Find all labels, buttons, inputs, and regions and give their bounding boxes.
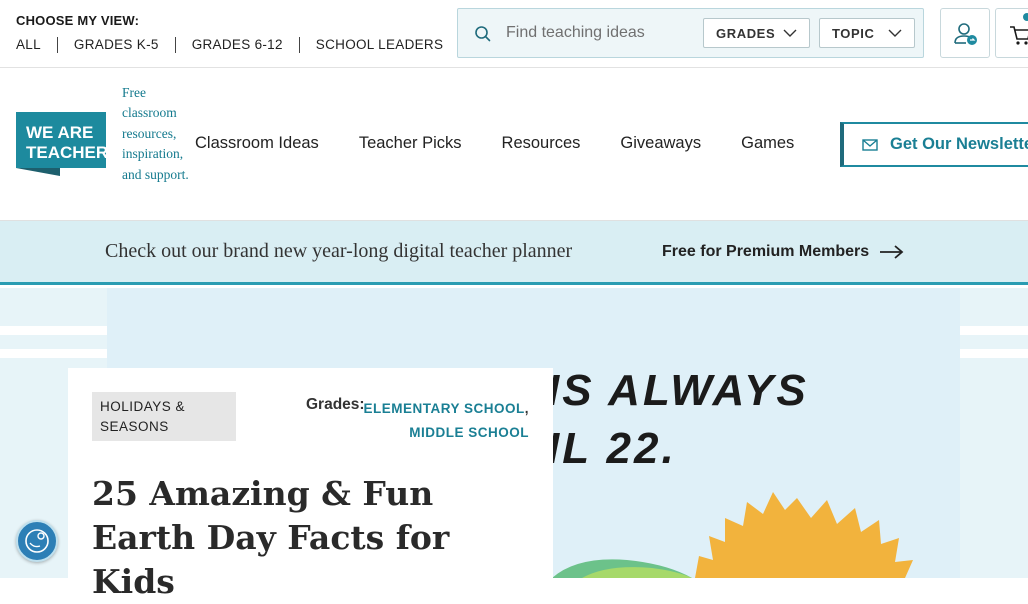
promo-link-label: Free for Premium Members: [662, 243, 870, 260]
accessibility-button[interactable]: [16, 520, 58, 562]
nav-items: Classroom Ideas Teacher Picks Resources …: [195, 134, 794, 153]
nav-item-games[interactable]: Games: [741, 134, 794, 153]
newsletter-button[interactable]: Get Our Newsletter: [840, 122, 1028, 167]
view-selector: ALL GRADES K-5 GRADES 6-12 SCHOOL LEADER…: [16, 37, 459, 53]
topic-dropdown-label: TOPIC: [832, 25, 875, 41]
account-button[interactable]: [940, 8, 990, 58]
tagline: Free classroom resources, inspiration, a…: [122, 85, 189, 182]
logo-icon: WE ARE TEACHERS: [16, 112, 120, 176]
mail-icon: [862, 138, 878, 151]
search-input[interactable]: [504, 19, 704, 47]
view-option-school-leaders[interactable]: SCHOOL LEADERS: [298, 37, 460, 53]
search-bar: GRADES TOPIC: [457, 8, 924, 58]
grade-link-middle[interactable]: MIDDLE SCHOOL: [409, 425, 529, 440]
view-selector-label: CHOOSE MY VIEW:: [16, 13, 140, 28]
chevron-down-icon: [783, 29, 797, 37]
accessibility-icon: [25, 529, 49, 553]
nav-item-teacher-picks[interactable]: Teacher Picks: [359, 134, 462, 153]
site-logo[interactable]: WE ARE TEACHERS: [16, 112, 120, 176]
cart-button[interactable]: [995, 8, 1028, 58]
grades-list: ELEMENTARY SCHOOL, MIDDLE SCHOOL: [363, 401, 529, 440]
view-option-grades-6-12[interactable]: GRADES 6-12: [174, 37, 299, 53]
logo-line2: TEACHERS: [26, 143, 106, 162]
promo-banner: Check out our brand new year-long digita…: [0, 221, 1028, 285]
nav-item-giveaways[interactable]: Giveaways: [620, 134, 701, 153]
search-icon[interactable]: [474, 25, 492, 43]
promo-link[interactable]: Free for Premium Members: [662, 243, 905, 261]
arrow-right-icon: [880, 245, 904, 259]
article-title: 25 Amazing & Fun Earth Day Facts for Kid…: [92, 474, 450, 601]
view-option-grades-k-5[interactable]: GRADES K-5: [56, 37, 175, 53]
grade-link-elementary[interactable]: ELEMENTARY SCHOOL: [363, 401, 524, 416]
grades-dropdown[interactable]: GRADES: [703, 18, 810, 48]
top-utility-bar: CHOOSE MY VIEW: ALL GRADES K-5 GRADES 6-…: [0, 0, 1028, 68]
account-icon: [954, 23, 977, 45]
view-option-all[interactable]: ALL: [16, 37, 57, 53]
nav-item-resources[interactable]: Resources: [502, 134, 581, 153]
article-card: HOLIDAYS & SEASONS Grades: ELEMENTARY SC…: [68, 368, 553, 601]
main-nav: WE ARE TEACHERS Free classroom resources…: [0, 68, 1028, 221]
newsletter-label: Get Our Newsletter: [890, 135, 1028, 153]
promo-text: Check out our brand new year-long digita…: [105, 240, 573, 262]
logo-line1: WE ARE: [26, 123, 93, 142]
chevron-down-icon: [888, 29, 902, 37]
grades-label: Grades:: [306, 396, 365, 413]
category-tag[interactable]: HOLIDAYS & SEASONS: [92, 392, 236, 441]
cart-icon: [1010, 13, 1028, 45]
nav-item-classroom-ideas[interactable]: Classroom Ideas: [195, 134, 319, 153]
topic-dropdown[interactable]: TOPIC: [819, 18, 915, 48]
grades-dropdown-label: GRADES: [716, 25, 776, 41]
